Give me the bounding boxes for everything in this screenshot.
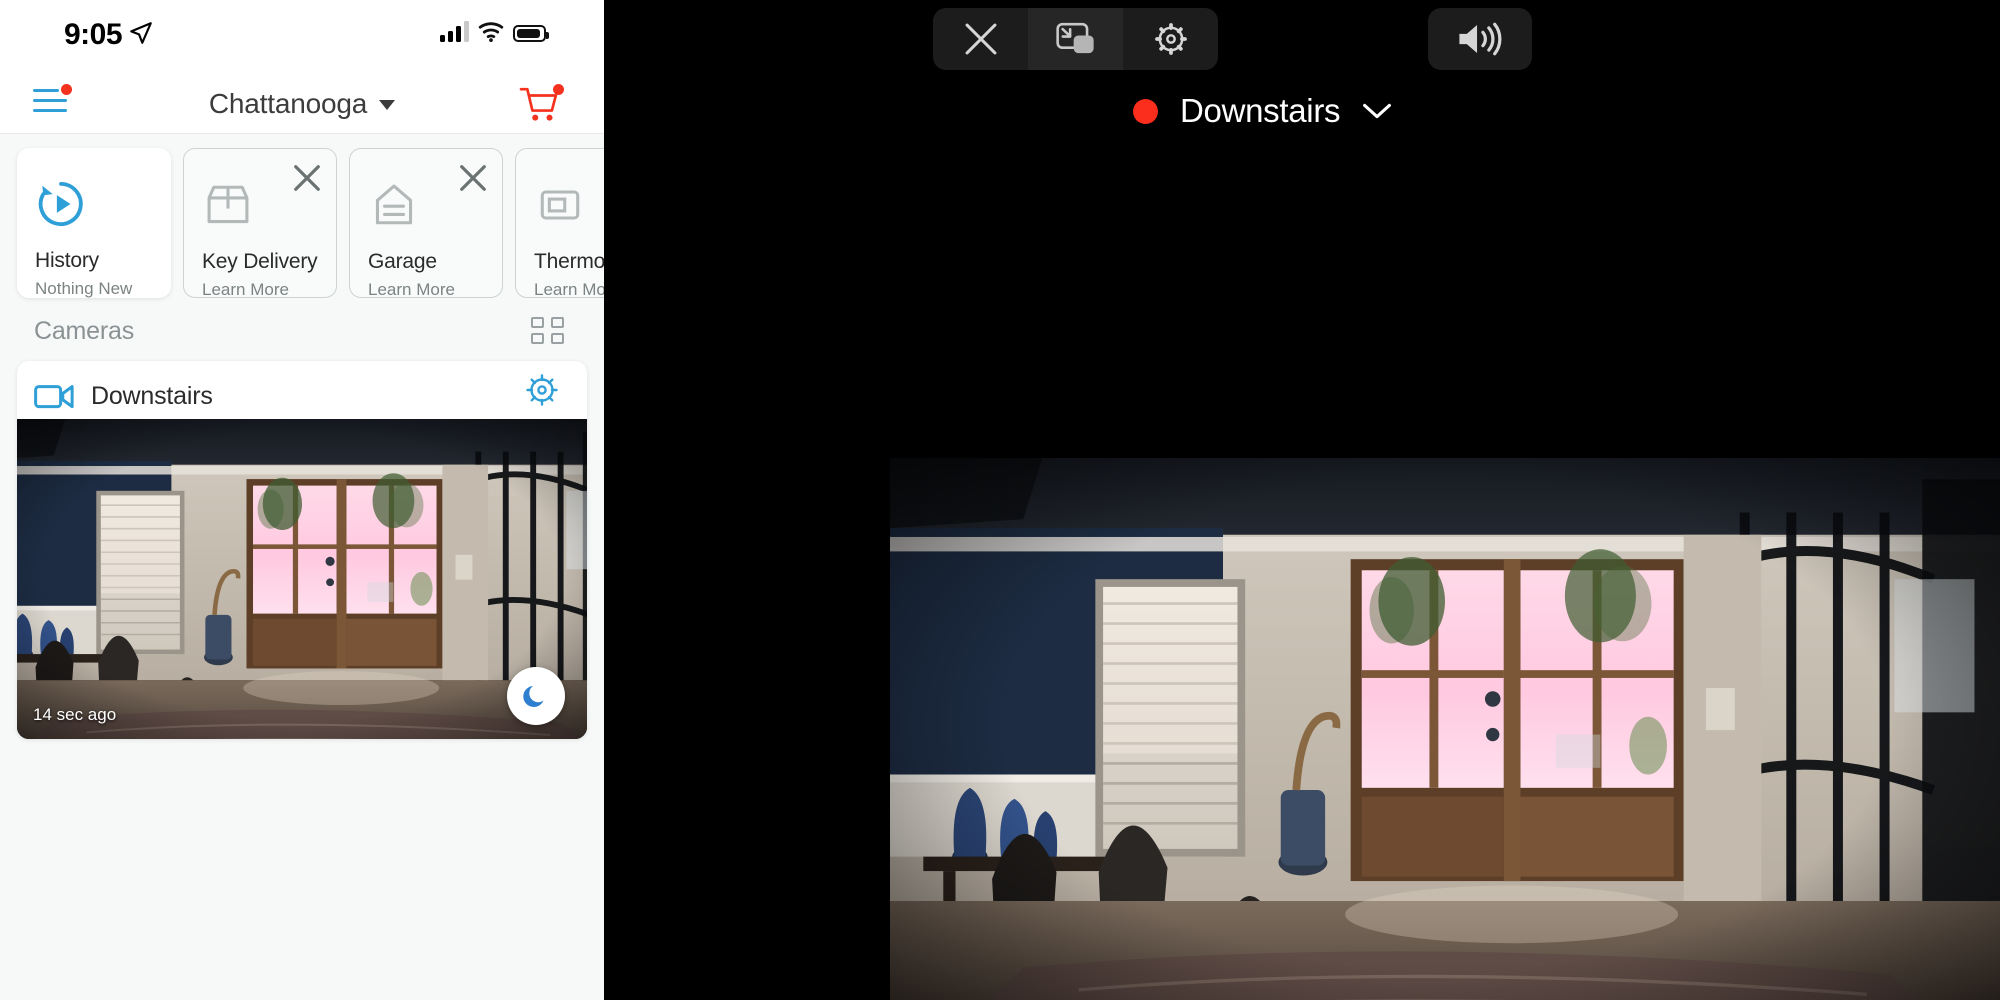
section-title: Cameras [34,317,135,345]
status-bar-time: 9:05 [64,18,123,51]
card-title: Garage [368,250,437,273]
card-subtitle: Nothing New [35,279,133,298]
camera-name: Downstairs [91,381,213,410]
cart-notification-badge [553,84,564,95]
quick-action-cards[interactable]: History Nothing New Key Delivery Learn M… [0,134,604,299]
overlay-toolbar [933,8,1218,70]
overlay-video-feed[interactable] [890,458,2000,1000]
card-title: History [35,249,99,272]
card-thermostat[interactable]: Thermostat Learn More [515,148,604,299]
battery-icon [513,25,549,42]
card-garage[interactable]: Garage Learn More [349,148,503,299]
status-bar-indicators [440,20,549,42]
cameras-section-header: Cameras [0,299,604,361]
overlay-camera-name: Downstairs [1180,92,1341,129]
garage-house-icon [375,184,413,225]
settings-button[interactable] [1123,8,1218,70]
location-selector[interactable]: Chattanooga [0,88,604,120]
card-subtitle: Learn More [534,280,604,299]
picture-in-picture-button[interactable] [1028,8,1123,70]
moon-icon [523,686,544,707]
card-title: Key Delivery [202,250,318,273]
card-subtitle: Learn More [368,280,455,299]
camcorder-icon [34,385,74,409]
fullscreen-video-overlay: Downstairs [604,0,2000,1000]
grid-view-icon[interactable] [531,317,564,344]
live-record-dot [1133,98,1158,124]
card-key-delivery[interactable]: Key Delivery Learn More [183,148,337,299]
location-name: Chattanooga [208,88,368,119]
speaker-volume-icon [1459,22,1502,56]
close-button[interactable] [933,8,1028,70]
chevron-down-icon[interactable] [1362,102,1392,120]
camera-live-feed[interactable]: 14 sec ago [17,419,587,739]
camera-card-header: Downstairs [17,361,587,419]
thermostat-icon [540,190,580,220]
speaker-button[interactable] [1428,8,1532,70]
camera-card-downstairs[interactable]: Downstairs 14 sec ago [17,361,587,739]
wifi-icon [478,22,504,42]
phone-app-panel: 9:05 Chattanooga History Nothing New Key… [0,0,604,1000]
card-title: Thermostat [534,250,604,273]
night-mode-button[interactable] [507,667,565,725]
overlay-video-frame [890,458,2000,1000]
app-nav-bar: Chattanooga [0,72,604,134]
picture-in-picture-icon [1055,22,1094,54]
location-arrow-icon [130,22,152,44]
feed-timestamp: 14 sec ago [33,705,117,724]
shopping-cart-icon[interactable] [518,84,564,124]
chevron-down-icon [379,100,396,110]
close-x-icon[interactable] [292,163,322,193]
package-box-icon [207,185,249,224]
status-bar: 9:05 [0,0,604,72]
cellular-signal-icon [440,20,469,42]
close-x-icon [965,23,996,55]
close-x-icon[interactable] [458,163,488,193]
camera-video-frame [17,419,587,739]
gear-icon[interactable] [525,373,559,407]
overlay-camera-selector[interactable]: Downstairs [1133,92,1392,130]
gear-icon [1154,23,1187,55]
card-subtitle: Learn More [202,280,289,299]
screen-root: 9:05 Chattanooga History Nothing New Key… [0,0,2000,1000]
history-replay-icon [38,182,83,226]
card-history[interactable]: History Nothing New [17,148,171,298]
